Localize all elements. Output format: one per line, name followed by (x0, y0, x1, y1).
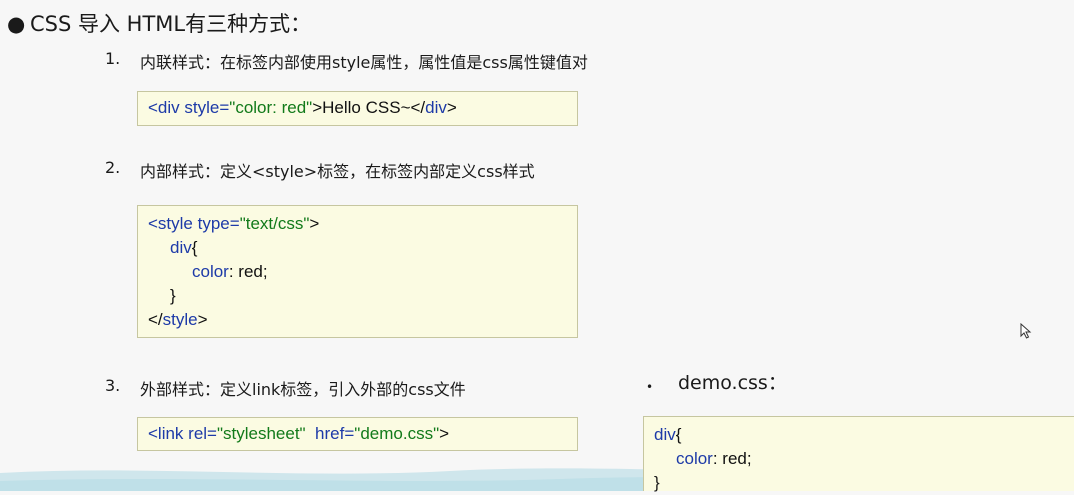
code-token: <link (148, 424, 184, 443)
item-3-number: 3. (105, 376, 121, 395)
heading-bullet: ● (7, 12, 26, 36)
code-line: div{ (644, 423, 1074, 447)
code-token: "color: (229, 98, 277, 117)
code-token: > (197, 310, 208, 329)
item-1-number: 1. (105, 49, 121, 68)
code-token: div (170, 238, 192, 257)
code-token: >Hello CSS~</ (312, 98, 426, 117)
internal-style-code-box: <style type="text/css"> div{ color: red;… (137, 205, 578, 338)
code-token: { (675, 425, 682, 444)
code-token: red" (276, 98, 313, 117)
code-line: } (170, 286, 176, 305)
code-token: div (425, 98, 447, 117)
demo-css-code-box: div{ color: red; } (643, 416, 1074, 492)
code-line: } (654, 473, 660, 492)
code-token: div (654, 425, 676, 444)
code-line: <div style="color: red">Hello CSS~</div> (138, 96, 577, 120)
code-token: </ (148, 310, 163, 329)
code-token: rel= (183, 424, 217, 443)
code-line: div{ (138, 236, 577, 260)
code-line: color: red; (138, 260, 577, 284)
page-title: CSS 导入 HTML有三种方式： (30, 12, 312, 36)
code-token: style= (179, 98, 230, 117)
code-token: : red; (712, 449, 752, 468)
code-line: <style type="text/css"> (138, 212, 577, 236)
code-token: href= (305, 424, 355, 443)
mouse-pointer-icon (1020, 323, 1032, 339)
inline-style-code-box: <div style="color: red">Hello CSS~</div> (137, 91, 578, 126)
code-token: "demo.css" (354, 424, 440, 443)
demo-file-label: demo.css： (678, 372, 787, 394)
code-token: { (191, 238, 198, 257)
code-token: : red; (228, 262, 268, 281)
code-token: style (162, 310, 198, 329)
code-token: type= (192, 214, 240, 233)
item-2-text: 内部样式：定义<style>标签，在标签内部定义css样式 (140, 162, 535, 181)
code-token: "stylesheet" (216, 424, 306, 443)
demo-bullet: • (646, 380, 654, 394)
item-1-text: 内联样式：在标签内部使用style属性，属性值是css属性键值对 (140, 53, 588, 72)
code-token: > (309, 214, 320, 233)
code-token: > (446, 98, 457, 117)
code-line: </style> (138, 308, 577, 332)
item-3-text: 外部样式：定义link标签，引入外部的css文件 (140, 380, 466, 399)
code-token: > (439, 424, 450, 443)
item-2-number: 2. (105, 158, 121, 177)
external-style-code-box: <link rel="stylesheet" href="demo.css"> (137, 417, 578, 451)
code-token: color (676, 449, 713, 468)
code-token: "text/css" (239, 214, 310, 233)
code-line: <link rel="stylesheet" href="demo.css"> (138, 422, 577, 446)
code-token: color (192, 262, 229, 281)
code-line: color: red; (644, 447, 1074, 471)
code-token: <div (148, 98, 180, 117)
code-token: <style (148, 214, 193, 233)
